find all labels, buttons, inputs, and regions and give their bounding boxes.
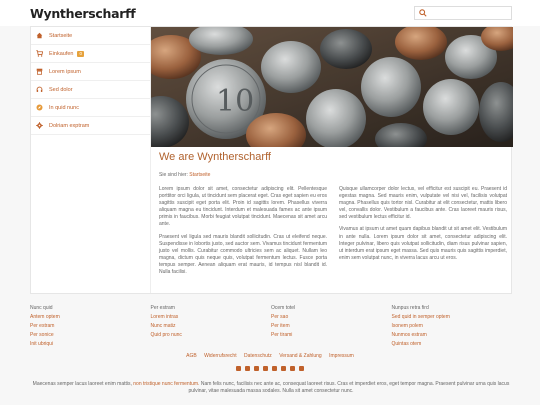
- main-panel: Startseite Einkaufen 0 Lorem ipsum Sed d…: [30, 26, 513, 294]
- footer-column-heading: Nunpus retra fird: [391, 305, 429, 311]
- xing-icon[interactable]: [272, 366, 277, 371]
- cart-icon: [36, 50, 43, 57]
- text-columns: Lorem ipsum dolor sit amet, consectetur …: [159, 186, 507, 281]
- paragraph: Praesent vel ligula sed mauris blandit s…: [159, 233, 327, 276]
- footer-link[interactable]: Per sao: [271, 313, 392, 322]
- sidebar-item-label: Startseite: [49, 32, 73, 39]
- instagram-icon[interactable]: [290, 366, 295, 371]
- youtube-icon[interactable]: [281, 366, 286, 371]
- sidebar-item-label: Einkaufen: [49, 50, 74, 57]
- footer-link[interactable]: Quid pro nunc: [151, 331, 272, 340]
- headset-icon: [36, 86, 43, 92]
- footer-link[interactable]: Per item: [271, 322, 392, 331]
- sidebar-item-label: Dolriam exptram: [49, 122, 90, 129]
- text-column-left: Lorem ipsum dolor sit amet, consectetur …: [159, 186, 327, 281]
- footer-text-link[interactable]: non tristique nunc fermentum.: [133, 381, 199, 387]
- hero-image-coins: 10: [151, 27, 513, 147]
- main-content: We are Wyntherscharff Sie sind hier: Sta…: [159, 151, 507, 281]
- footer-column-heading: Nunc quid: [30, 305, 53, 311]
- sidebar-item-label: Lorem ipsum: [49, 68, 81, 75]
- footer-link-datenschutz[interactable]: Datenschutz: [244, 353, 272, 359]
- cart-count-badge: 0: [77, 50, 84, 57]
- sidebar-item-einkaufen[interactable]: Einkaufen 0: [31, 45, 150, 63]
- footer-text-post: Nam felis nunc, facilisis nec ante ac, c…: [188, 381, 510, 394]
- footer-text-pre: Maecenas semper lacus laoreet enim matti…: [32, 381, 134, 387]
- search-input[interactable]: [431, 7, 509, 19]
- pinterest-icon[interactable]: [299, 366, 304, 371]
- sidebar: Startseite Einkaufen 0 Lorem ipsum Sed d…: [31, 27, 151, 293]
- footer-link[interactable]: Sed quid in semper optem: [392, 313, 513, 322]
- footer-link[interactable]: Antem optem: [30, 313, 151, 322]
- footer-column: Per estram Lorem intras Nunc matiz Quid …: [151, 304, 272, 349]
- footer-columns: Nunc quid Antem optem Per estram Per son…: [30, 304, 512, 349]
- linkedin-icon[interactable]: [263, 366, 268, 371]
- footer-link[interactable]: Per sonice: [30, 331, 151, 340]
- footer-column: Nunpus retra fird Sed quid in semper opt…: [392, 304, 513, 349]
- footer-column-heading: Ocem totel: [271, 305, 296, 311]
- twitter-icon[interactable]: [254, 366, 259, 371]
- breadcrumb: Sie sind hier: Startseite: [159, 172, 507, 178]
- coins-photo: 10: [151, 27, 513, 147]
- sidebar-item-label: Sed dolor: [49, 86, 73, 93]
- page-title: We are Wyntherscharff: [159, 151, 271, 163]
- sidebar-item-sed-dolor[interactable]: Sed dolor: [31, 81, 150, 99]
- footer-link[interactable]: Nunmos estram: [392, 331, 513, 340]
- footer-legal-links: AGB Widerrufsrecht Datenschutz Versand &…: [0, 353, 540, 359]
- sidebar-item-lorem-ipsum[interactable]: Lorem ipsum: [31, 63, 150, 81]
- settings-icon: [36, 122, 43, 129]
- footer-link-agb[interactable]: AGB: [186, 353, 197, 359]
- facebook-icon[interactable]: [245, 366, 250, 371]
- footer-link-widerrufsrecht[interactable]: Widerrufsrecht: [204, 353, 237, 359]
- paragraph: Lorem ipsum dolor sit amet, consectetur …: [159, 186, 327, 228]
- footer-column: Ocem totel Per sao Per item Per tirami: [271, 304, 392, 349]
- home-icon: [36, 32, 43, 39]
- top-bar: Wyntherscharff: [0, 0, 540, 26]
- brand-logo[interactable]: Wyntherscharff: [30, 6, 136, 21]
- footer-link-versand[interactable]: Versand & Zahlung: [279, 353, 322, 359]
- sidebar-item-startseite[interactable]: Startseite: [31, 27, 150, 45]
- footer-link[interactable]: Per tirami: [271, 331, 392, 340]
- compass-icon: [36, 104, 43, 111]
- footer-link-impressum[interactable]: Impressum: [329, 353, 354, 359]
- footer-column: Nunc quid Antem optem Per estram Per son…: [30, 304, 151, 349]
- text-column-right: Quisque ullamcorper dolor lectus, vel ef…: [339, 186, 507, 281]
- footer-link[interactable]: Lorem intras: [151, 313, 272, 322]
- sidebar-item-label: In quid nunc: [49, 104, 79, 111]
- footer-link[interactable]: Init ubriqui: [30, 340, 151, 349]
- sidebar-item-in-quid-nunc[interactable]: In quid nunc: [31, 99, 150, 117]
- social-icons: [0, 366, 540, 371]
- email-icon[interactable]: [236, 366, 241, 371]
- sidebar-item-dolriam-exptram[interactable]: Dolriam exptram: [31, 117, 150, 135]
- footer-link[interactable]: Nunc matiz: [151, 322, 272, 331]
- search-icon[interactable]: [419, 9, 427, 17]
- breadcrumb-link-startseite[interactable]: Startseite: [189, 172, 210, 178]
- paragraph: Vivamus at ipsum ut amet quam dapibus bl…: [339, 226, 507, 261]
- footer-link[interactable]: Quintas otem: [392, 340, 513, 349]
- breadcrumb-prefix: Sie sind hier:: [159, 172, 188, 178]
- paragraph: Quisque ullamcorper dolor lectus, vel ef…: [339, 186, 507, 221]
- footer-link[interactable]: Per estram: [30, 322, 151, 331]
- search-box[interactable]: [414, 6, 512, 20]
- footer-column-heading: Per estram: [150, 305, 175, 311]
- footer-bottom-text: Maecenas semper lacus laoreet enim matti…: [30, 381, 512, 395]
- store-icon: [36, 68, 43, 75]
- footer-link[interactable]: Isonem polem: [392, 322, 513, 331]
